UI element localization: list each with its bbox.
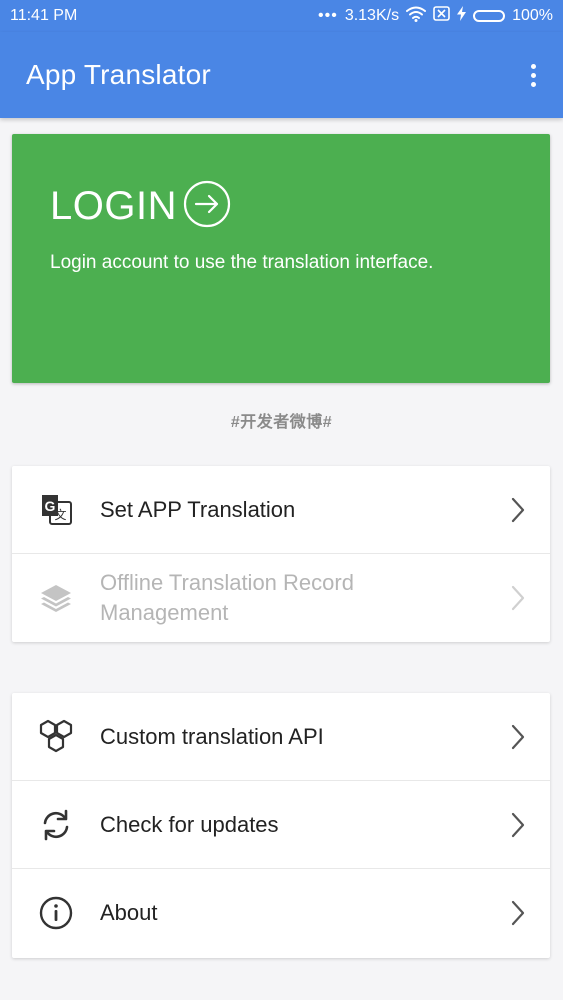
layers-icon xyxy=(38,580,74,616)
app-title: App Translator xyxy=(26,59,211,90)
chevron-right-icon xyxy=(510,497,526,523)
menu-item-about[interactable]: About xyxy=(12,869,550,957)
translate-icon: 文 G xyxy=(38,492,74,528)
login-title: LOGIN xyxy=(50,184,177,228)
developer-weibo-link[interactable]: #开发者微博# xyxy=(0,408,563,432)
menu-item-set-app-translation[interactable]: 文 G Set APP Translation xyxy=(12,466,550,554)
menu-item-offline-record-management[interactable]: Offline Translation Record Management xyxy=(12,554,550,642)
menu-label: Set APP Translation xyxy=(100,496,296,522)
login-title-row: LOGIN xyxy=(50,180,231,233)
status-icons: ••• 3.13K/s 100% xyxy=(318,6,553,27)
sync-icon xyxy=(38,807,74,843)
chevron-right-icon xyxy=(510,724,526,750)
charging-icon xyxy=(457,6,467,26)
battery-percent: 100% xyxy=(512,7,553,24)
hexagons-icon xyxy=(38,719,74,755)
app-bar: App Translator xyxy=(0,32,563,118)
chevron-right-icon xyxy=(510,585,526,611)
wifi-icon xyxy=(406,6,427,27)
menu-group-2: Custom translation API Check for updates xyxy=(12,693,550,958)
svg-text:G: G xyxy=(45,498,56,514)
more-vertical-icon[interactable] xyxy=(521,55,545,95)
menu-item-check-for-updates[interactable]: Check for updates xyxy=(12,781,550,869)
chevron-right-icon xyxy=(510,812,526,838)
menu-label: About xyxy=(100,900,158,925)
menu-label: Check for updates xyxy=(100,811,279,837)
battery-icon xyxy=(473,10,506,22)
info-icon xyxy=(38,895,74,931)
status-bar: 11:41 PM ••• 3.13K/s 100% xyxy=(0,0,563,32)
login-description: Login account to use the translation int… xyxy=(50,252,434,273)
arrow-right-circle-icon xyxy=(183,180,231,233)
no-sim-icon xyxy=(433,6,450,26)
status-time: 11:41 PM xyxy=(10,7,78,24)
status-dots: ••• xyxy=(318,7,338,24)
network-speed: 3.13K/s xyxy=(344,7,400,24)
login-card[interactable]: LOGIN Login account to use the translati… xyxy=(12,134,550,383)
menu-label: Custom translation API xyxy=(100,723,324,749)
menu-label: Offline Translation Record Management xyxy=(100,570,354,625)
menu-group-1: 文 G Set APP Translation Offline Translat… xyxy=(12,466,550,642)
menu-item-custom-translation-api[interactable]: Custom translation API xyxy=(12,693,550,781)
chevron-right-icon xyxy=(510,900,526,926)
